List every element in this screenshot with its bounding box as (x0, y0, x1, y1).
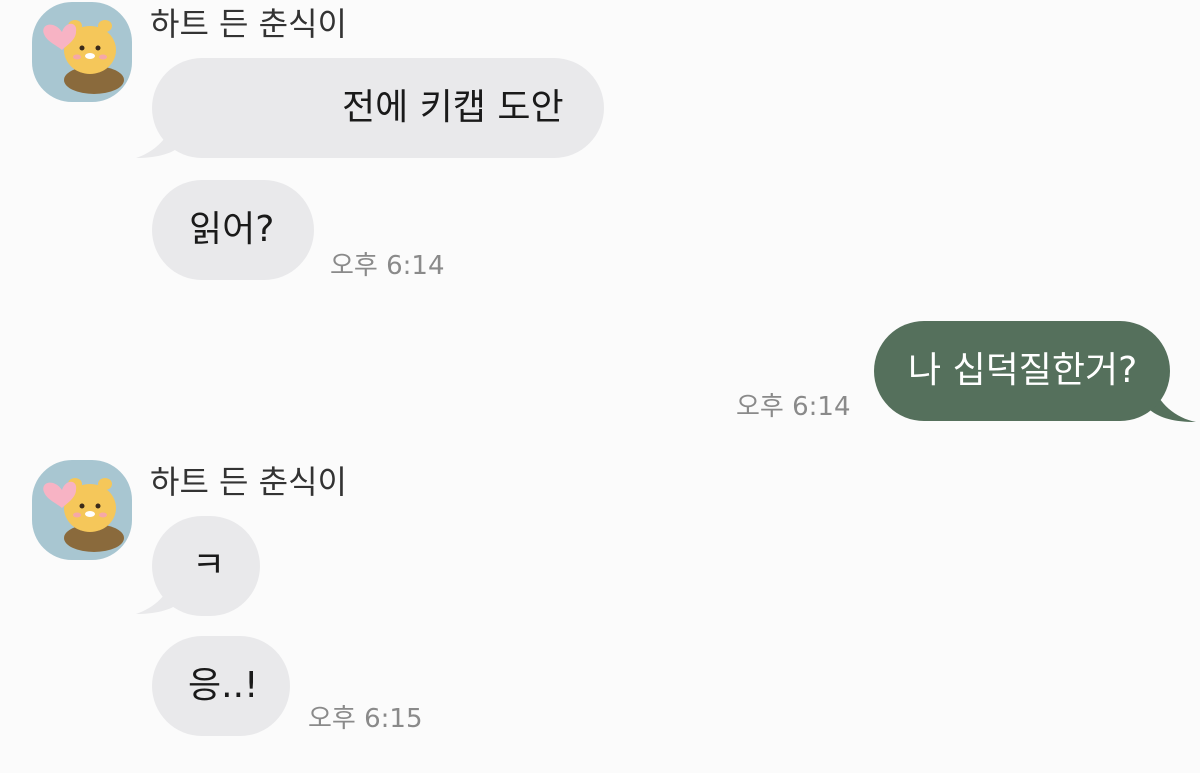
sender-name: 하트 든 춘식이 (150, 5, 347, 43)
sender-name: 하트 든 춘식이 (150, 463, 347, 501)
message-text: 읽어? (189, 209, 275, 250)
message-text: 응..! (188, 665, 259, 706)
message-bubble[interactable]: 전에 키캡 도안 (152, 58, 604, 158)
message-timestamp: 오후 6:15 (308, 704, 423, 734)
message-bubble[interactable]: 나 십덕질한거? (874, 321, 1170, 421)
sender-avatar[interactable] (32, 2, 132, 102)
message-bubble[interactable]: 읽어? (152, 180, 314, 280)
message-timestamp: 오후 6:14 (736, 392, 851, 422)
sender-avatar[interactable] (32, 460, 132, 560)
message-text: ㅋ (192, 545, 226, 586)
choonsik-holding-heart-icon (43, 20, 124, 94)
message-timestamp: 오후 6:14 (330, 251, 445, 281)
message-text: 나 십덕질한거? (908, 350, 1138, 391)
message-bubble[interactable]: ㅋ (152, 516, 260, 616)
message-text: 전에 키캡 도안 (342, 87, 564, 128)
message-bubble[interactable]: 응..! (152, 636, 290, 736)
choonsik-holding-heart-icon (43, 478, 124, 552)
